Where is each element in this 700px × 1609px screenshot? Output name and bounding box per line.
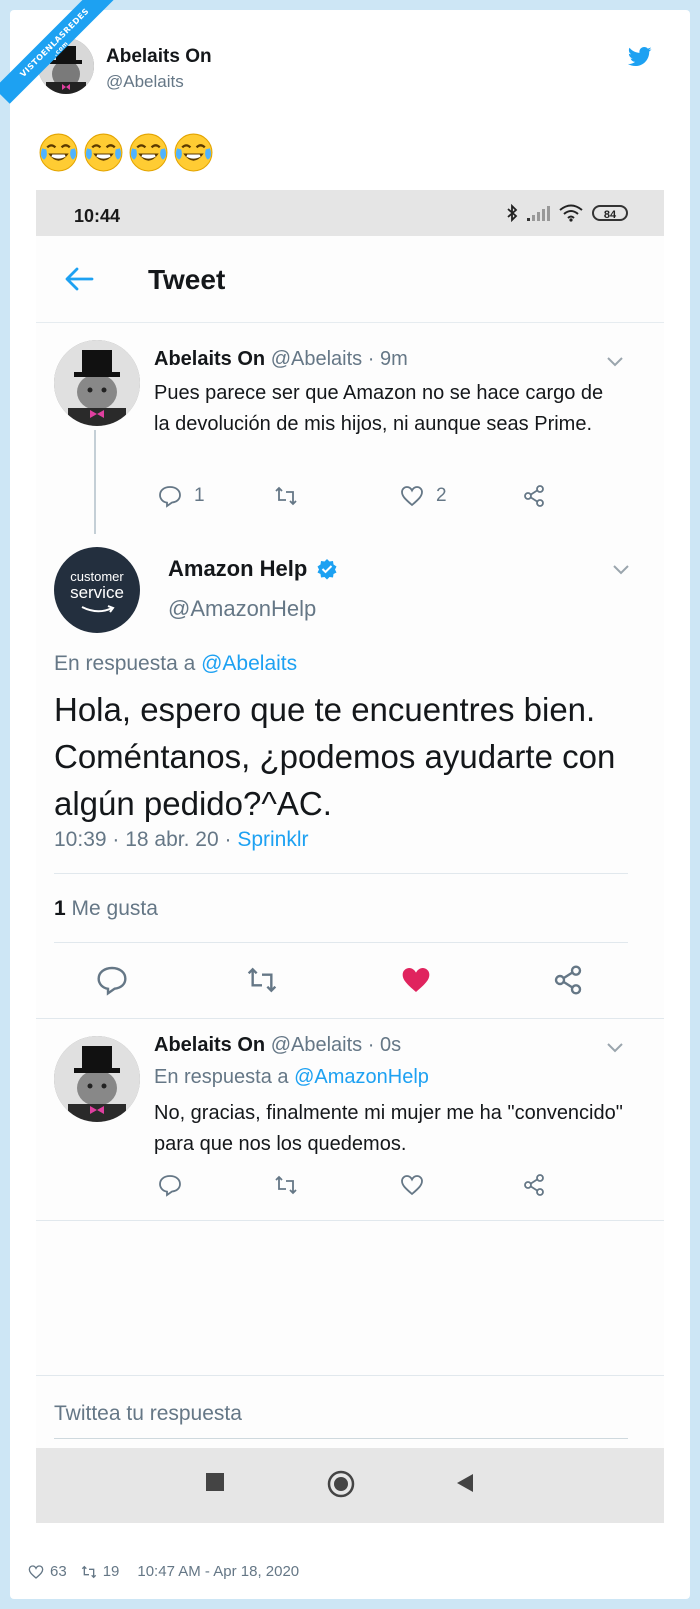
tweet-actions [154, 1173, 634, 1203]
heart-icon [401, 486, 423, 507]
divider [54, 1438, 628, 1439]
home-button-icon[interactable] [327, 1470, 355, 1498]
share-icon [524, 1174, 544, 1196]
tweet-timestamp[interactable]: 10:47 AM - Apr 18, 2020 [137, 1563, 299, 1580]
author-name[interactable]: Abelaits On [154, 1034, 265, 1056]
retweet-icon [275, 486, 297, 506]
tears-of-joy-emoji-icon [39, 133, 78, 172]
divider [54, 942, 628, 943]
reply-context: En respuesta a @Abelaits [54, 652, 297, 676]
thread-connector [94, 430, 96, 534]
author-name[interactable]: Abelaits On [106, 46, 212, 68]
tweet-text: Hola, espero que te encuentres bien. Com… [54, 691, 616, 822]
embedded-screenshot: 10:44 84 Tweet Abelaits On @Abelaits · 9… [36, 190, 664, 1523]
reply-count: 1 [194, 485, 205, 506]
retweet-button[interactable] [274, 484, 298, 508]
reply-prefix: En respuesta a [54, 652, 196, 675]
chevron-down-icon[interactable] [606, 1042, 624, 1054]
like-count: 63 [50, 1563, 67, 1580]
recents-button-icon[interactable] [205, 1472, 225, 1492]
heart-icon[interactable] [28, 1564, 44, 1580]
author-handle[interactable]: @Abelaits [106, 72, 184, 92]
divider [36, 1018, 664, 1019]
author-name[interactable]: Amazon Help [168, 556, 307, 582]
share-button[interactable] [522, 1173, 546, 1197]
divider [36, 1220, 664, 1221]
heart-icon [401, 1175, 423, 1196]
reply-icon[interactable] [96, 964, 128, 996]
reply-prefix: En respuesta a [154, 1066, 289, 1088]
divider [36, 1375, 664, 1376]
tears-of-joy-emoji-icon [174, 133, 213, 172]
reply-input[interactable]: Twittea tu respuesta [54, 1402, 242, 1426]
tears-of-joy-emoji-icon [84, 133, 123, 172]
chevron-down-icon[interactable] [612, 564, 630, 576]
tweet-text: No, gracias, finalmente mi mujer me ha "… [154, 1102, 623, 1155]
signal-icon [527, 206, 550, 221]
tweet-text: Pues parece ser que Amazon no se hace ca… [154, 382, 604, 435]
tweet-actions: 1 2 [154, 484, 634, 514]
like-count: 2 [436, 485, 447, 506]
tweet-footer: 63 19 10:47 AM - Apr 18, 2020 [28, 1563, 299, 1580]
system-nav-bar [36, 1448, 664, 1523]
back-button-icon[interactable] [456, 1473, 474, 1493]
avatar-text: customer [70, 569, 124, 584]
tweet-actions [36, 964, 664, 998]
twitter-bird-icon[interactable] [628, 46, 652, 68]
like-button[interactable] [400, 1173, 424, 1197]
tweet-card: VISTOENLASREDES .com Abelaits On @Abelai… [0, 0, 690, 1599]
tears-of-joy-emoji-icon [129, 133, 168, 172]
share-icon[interactable] [552, 964, 584, 996]
retweet-icon[interactable] [81, 1564, 97, 1580]
page-title: Tweet [148, 264, 226, 295]
author-handle[interactable]: @AmazonHelp [168, 596, 316, 622]
app-bar: Tweet [36, 236, 664, 323]
retweet-icon[interactable] [246, 964, 278, 996]
retweet-button[interactable] [274, 1173, 298, 1197]
share-button[interactable] [522, 484, 546, 508]
reply-mention-link[interactable]: @Abelaits [201, 652, 297, 675]
reply-button[interactable] [158, 1173, 182, 1197]
likes-summary[interactable]: 1 Me gusta [54, 897, 158, 921]
divider [54, 873, 628, 874]
status-icons: 84 [506, 204, 628, 222]
source-link[interactable]: Sprinklr [237, 828, 308, 851]
author-handle[interactable]: @Abelaits [271, 1034, 362, 1056]
avatar[interactable] [54, 1036, 140, 1122]
battery-icon: 84 [592, 205, 628, 221]
emoji-row [38, 132, 214, 173]
reply-button[interactable]: 1 [158, 484, 205, 508]
heart-filled-icon[interactable] [400, 964, 432, 996]
back-arrow-icon[interactable] [64, 266, 94, 292]
tweet-header: Abelaits On @Abelaits · 0s [154, 1034, 401, 1057]
share-icon [524, 485, 544, 507]
tweet-time: · 0s [367, 1034, 402, 1056]
reply-icon [159, 1175, 181, 1197]
status-bar: 10:44 84 [36, 190, 664, 236]
retweet-icon [275, 1175, 297, 1195]
retweet-count: 19 [102, 1563, 120, 1580]
reply-icon [159, 486, 181, 508]
avatar-text: service [70, 583, 124, 602]
author-name[interactable]: Abelaits On [154, 348, 265, 370]
status-time: 10:44 [74, 206, 121, 226]
tweet-header: Abelaits On @Abelaits · 9m [154, 348, 408, 371]
avatar[interactable] [54, 340, 140, 426]
wifi-icon [559, 204, 583, 222]
reply-mention-link[interactable]: @AmazonHelp [294, 1066, 429, 1088]
like-button[interactable]: 2 [400, 484, 447, 508]
avatar[interactable]: customer service [54, 547, 140, 633]
author-handle[interactable]: @Abelaits [271, 348, 362, 370]
tweet-time: · 9m [367, 348, 408, 370]
verified-badge-icon [317, 559, 337, 580]
chevron-down-icon[interactable] [606, 356, 624, 368]
likes-count: 1 [54, 897, 66, 920]
amazon-smile-icon [81, 605, 115, 613]
tweet-timestamp: 10:39 · 18 abr. 20 · [54, 828, 232, 851]
bluetooth-icon [507, 204, 518, 222]
likes-label: Me gusta [71, 897, 158, 920]
reply-context: En respuesta a @AmazonHelp [154, 1066, 429, 1089]
tweet-meta: 10:39 · 18 abr. 20 · Sprinklr [54, 828, 309, 852]
